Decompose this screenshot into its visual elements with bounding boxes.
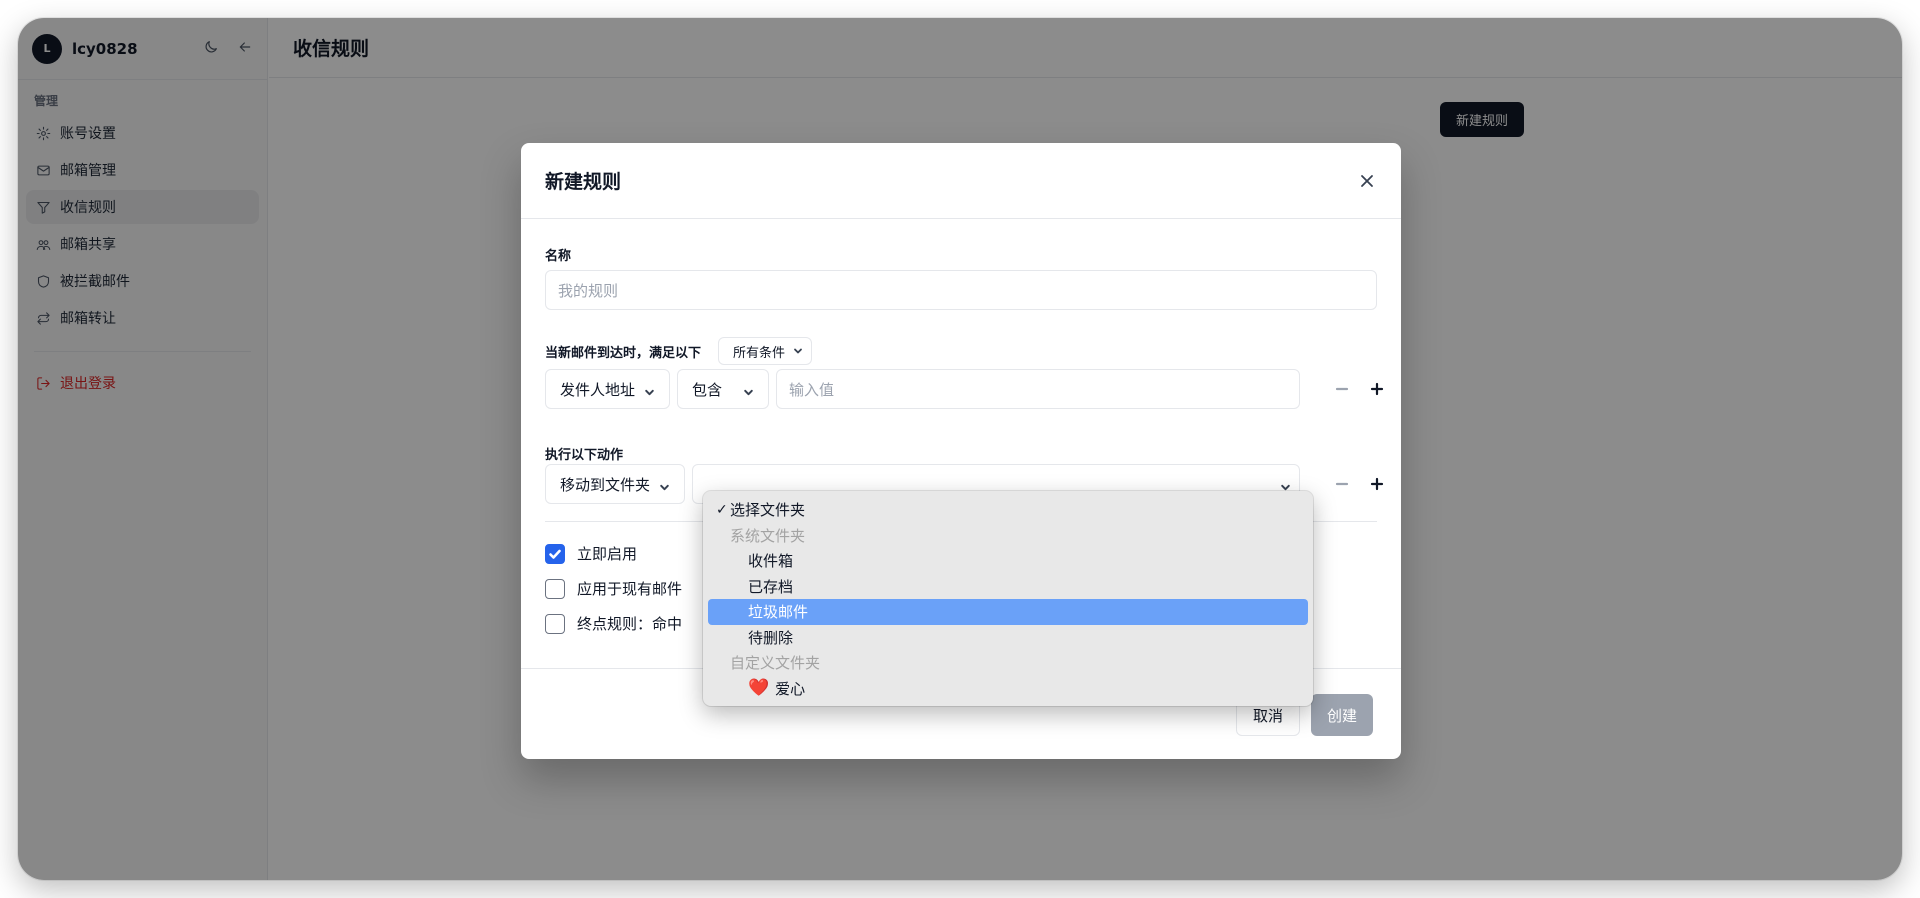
- dropdown-option-to-delete[interactable]: 待删除: [708, 625, 1308, 651]
- dropdown-option-spam[interactable]: 垃圾邮件: [708, 599, 1308, 625]
- dropdown-option-inbox[interactable]: 收件箱: [708, 548, 1308, 574]
- close-icon: [1361, 174, 1373, 187]
- heart-icon: ❤️: [748, 677, 770, 698]
- enable-now-option[interactable]: 立即启用: [545, 543, 637, 564]
- check-icon: [549, 549, 561, 559]
- action-type-select[interactable]: 移动到文件夹: [545, 464, 685, 504]
- dropdown-group-system: 系统文件夹: [730, 526, 806, 545]
- chevron-down-icon: [744, 389, 753, 395]
- condition-operator-select[interactable]: 包含: [677, 369, 769, 409]
- remove-condition-button[interactable]: [1332, 379, 1352, 399]
- enable-now-checkbox[interactable]: [545, 543, 565, 564]
- dropdown-option-label: 选择文件夹: [730, 501, 806, 520]
- dropdown-group-custom: 自定义文件夹: [730, 654, 821, 673]
- condition-label-text: 当新邮件到达时，满足以下: [545, 346, 702, 361]
- dropdown-option-archived[interactable]: 已存档: [708, 574, 1308, 600]
- apply-existing-option[interactable]: 应用于现有邮件: [545, 578, 682, 599]
- apply-existing-checkbox[interactable]: [545, 578, 565, 599]
- match-mode-select[interactable]: 所有条件: [718, 337, 813, 365]
- remove-action-button[interactable]: [1332, 474, 1352, 494]
- dialog-title: 新建规则: [545, 171, 622, 193]
- rule-name-input[interactable]: 我的规则: [545, 270, 1377, 310]
- terminal-rule-label: 终点规则：命中: [577, 615, 683, 633]
- dropdown-option-label: 爱心: [775, 679, 806, 698]
- name-label: 名称: [545, 249, 572, 264]
- dialog-header: 新建规则: [521, 143, 1401, 219]
- dropdown-option-love[interactable]: ❤️ 爱心: [708, 676, 1308, 702]
- apply-existing-label: 应用于现有邮件: [577, 580, 683, 598]
- checkmark-icon: ✓: [716, 501, 728, 518]
- enable-now-label: 立即启用: [577, 545, 638, 563]
- create-button[interactable]: 创建: [1311, 694, 1374, 736]
- terminal-rule-checkbox[interactable]: [545, 613, 565, 634]
- match-mode-value: 所有条件: [733, 345, 786, 361]
- condition-operator-value: 包含: [692, 380, 723, 399]
- folder-dropdown-menu: ✓ 选择文件夹 系统文件夹 收件箱 已存档 垃圾邮件 待删除 自定义文件夹 ❤️…: [703, 491, 1313, 706]
- plus-icon: [1370, 382, 1384, 396]
- add-action-button[interactable]: [1367, 474, 1387, 494]
- minus-icon: [1335, 387, 1349, 391]
- condition-value-input[interactable]: 输入值: [776, 369, 1300, 409]
- app-window: L lcy0828 管理 账号设置 邮箱管理 收信规则 邮箱共享 被拦截邮件 邮…: [18, 18, 1902, 880]
- add-condition-button[interactable]: [1367, 379, 1387, 399]
- terminal-rule-option[interactable]: 终点规则：命中: [545, 613, 682, 634]
- action-label: 执行以下动作: [545, 448, 624, 463]
- action-type-value: 移动到文件夹: [560, 475, 651, 494]
- plus-icon: [1370, 477, 1384, 491]
- close-button[interactable]: [1357, 171, 1377, 191]
- dropdown-option-selected[interactable]: ✓ 选择文件夹: [708, 497, 1308, 523]
- chevron-down-icon: [660, 484, 669, 490]
- condition-field-select[interactable]: 发件人地址: [545, 369, 670, 409]
- chevron-down-icon: [794, 348, 802, 354]
- condition-label: 当新邮件到达时，满足以下: [545, 342, 701, 361]
- chevron-down-icon: [645, 389, 654, 395]
- condition-field-value: 发件人地址: [560, 380, 636, 399]
- minus-icon: [1335, 482, 1349, 486]
